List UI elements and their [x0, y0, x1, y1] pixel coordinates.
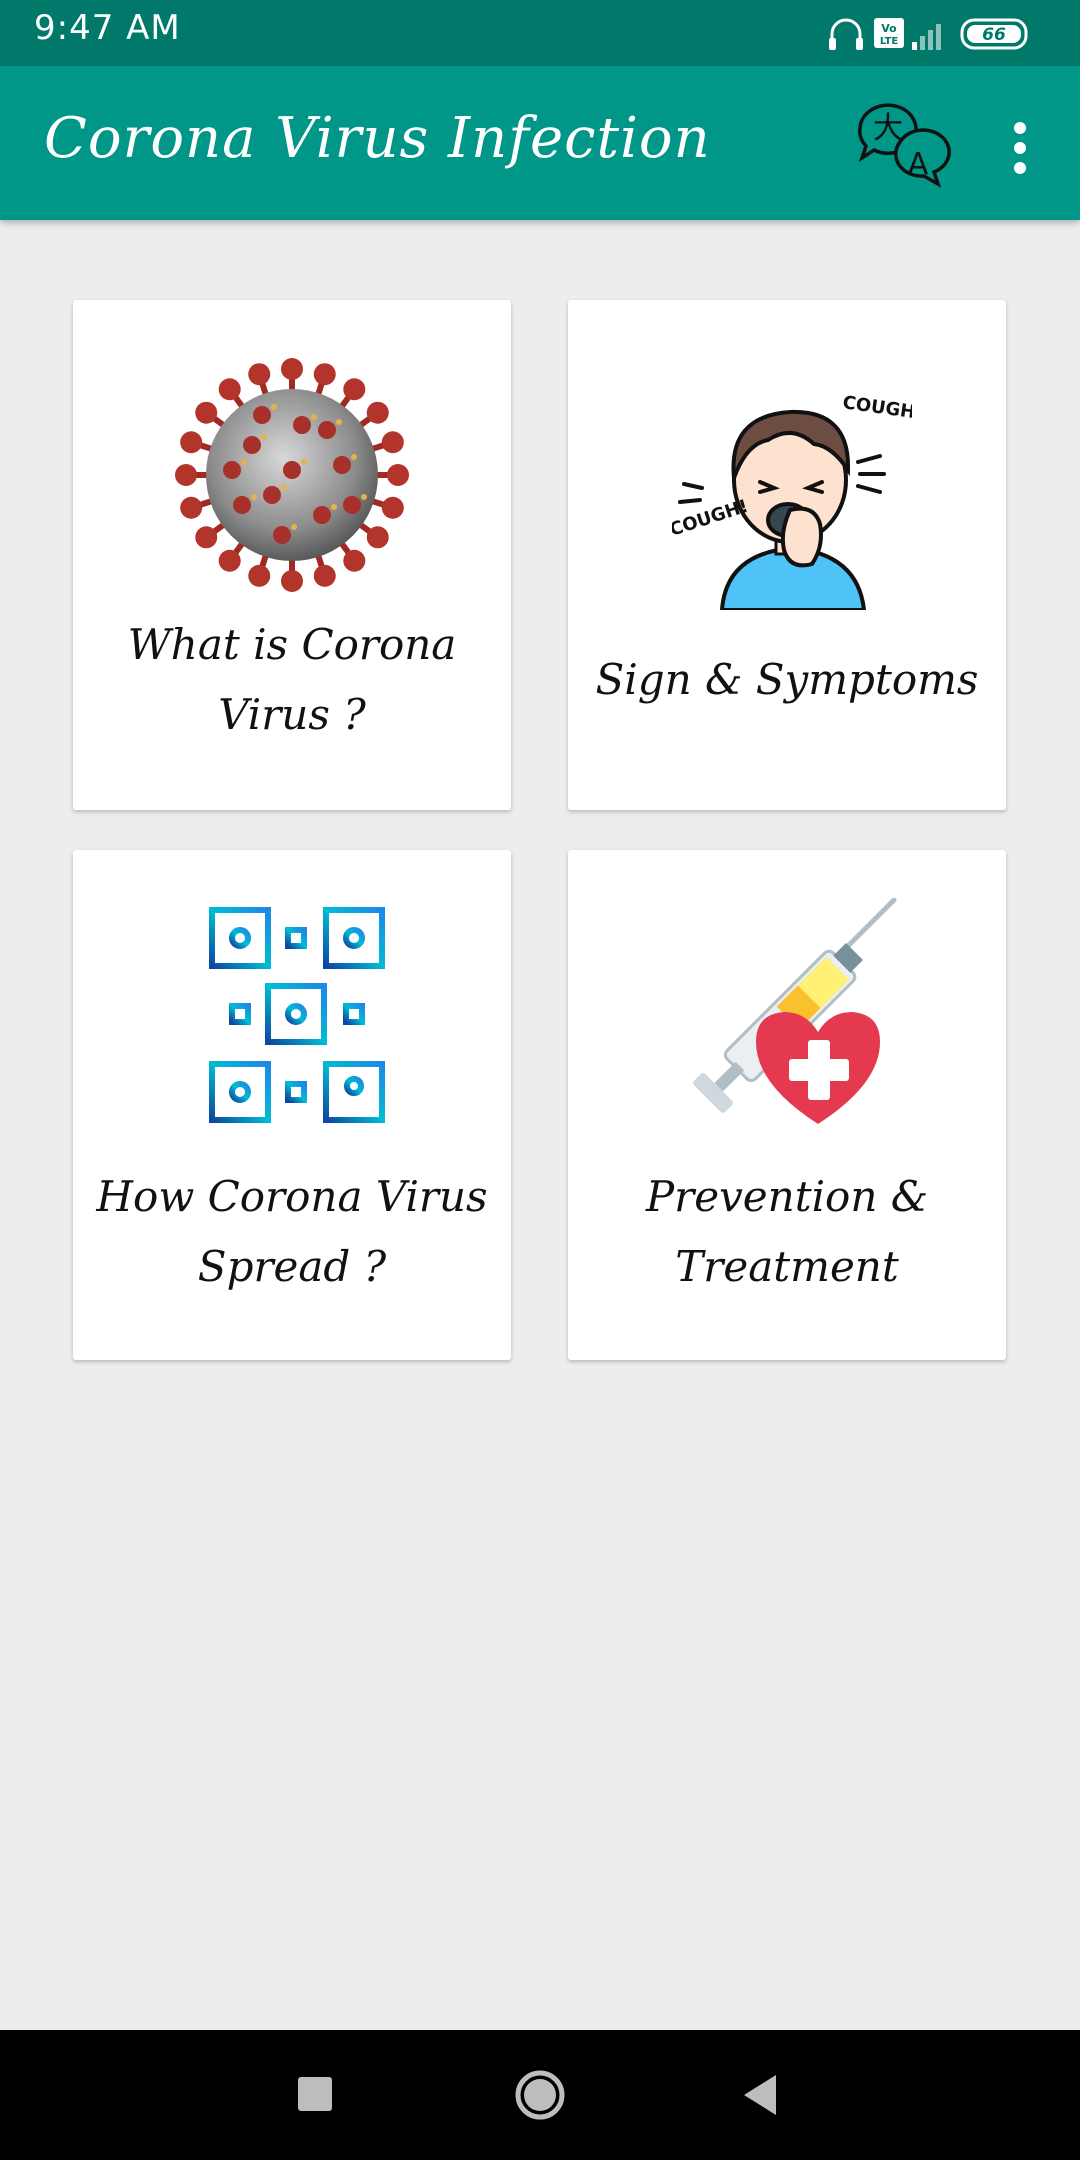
volte-icon: Vo LTE	[874, 18, 904, 48]
card-label-sign-symptoms: Sign & Symptoms	[578, 645, 996, 715]
navigation-bar	[0, 2030, 1080, 2160]
battery-level: 66	[982, 25, 1006, 45]
coronavirus-icon	[175, 358, 409, 592]
svg-text:A: A	[908, 147, 929, 182]
svg-text:大: 大	[873, 111, 903, 146]
translate-icon[interactable]: 大 A	[852, 98, 952, 190]
cough-label: COUGH!	[841, 392, 912, 424]
status-bar: 9:47 AM Vo LTE 66	[0, 0, 1080, 66]
home-icon[interactable]	[508, 2063, 572, 2127]
card-label-what-is-corona-virus: What is Corona Virus ?	[83, 610, 501, 750]
status-icons: Vo LTE 66	[829, 18, 1028, 50]
card-label-line: Spread ?	[197, 1242, 387, 1291]
card-prevention-treatment[interactable]: Prevention & Treatment	[568, 850, 1006, 1360]
card-label-how-corona-spread: How Corona Virus Spread ?	[83, 1162, 501, 1302]
recent-apps-icon[interactable]	[284, 2063, 348, 2127]
network-spread-icon	[209, 907, 385, 1123]
syringe-heart-icon	[693, 898, 897, 1124]
status-time: 9:47 AM	[34, 8, 181, 48]
card-label-line: What is Corona	[127, 620, 457, 669]
coughing-person-icon: COUGH! COUGH!	[672, 392, 912, 610]
back-icon[interactable]	[728, 2063, 792, 2127]
card-label-line: Treatment	[675, 1242, 899, 1291]
battery-icon: 66	[960, 18, 1028, 50]
more-vertical-icon[interactable]	[1002, 118, 1038, 178]
card-sign-symptoms[interactable]: COUGH! COUGH! Sign & Symptoms	[568, 300, 1006, 810]
card-how-corona-spread[interactable]: How Corona Virus Spread ?	[73, 850, 511, 1360]
svg-text:LTE: LTE	[880, 36, 899, 47]
svg-text:Vo: Vo	[881, 22, 897, 35]
signal-icon	[912, 24, 941, 50]
headphones-icon	[829, 18, 863, 50]
card-label-line: Sign & Symptoms	[595, 655, 979, 704]
card-label-line: Virus ?	[218, 690, 366, 739]
card-label-prevention-treatment: Prevention & Treatment	[578, 1162, 996, 1302]
card-label-line: Prevention &	[645, 1172, 929, 1221]
card-label-line: How Corona Virus	[96, 1172, 488, 1221]
app-bar: Corona Virus Infection 大 A	[0, 66, 1080, 220]
app-title: Corona Virus Infection	[44, 106, 711, 171]
card-what-is-corona-virus[interactable]: What is Corona Virus ?	[73, 300, 511, 810]
